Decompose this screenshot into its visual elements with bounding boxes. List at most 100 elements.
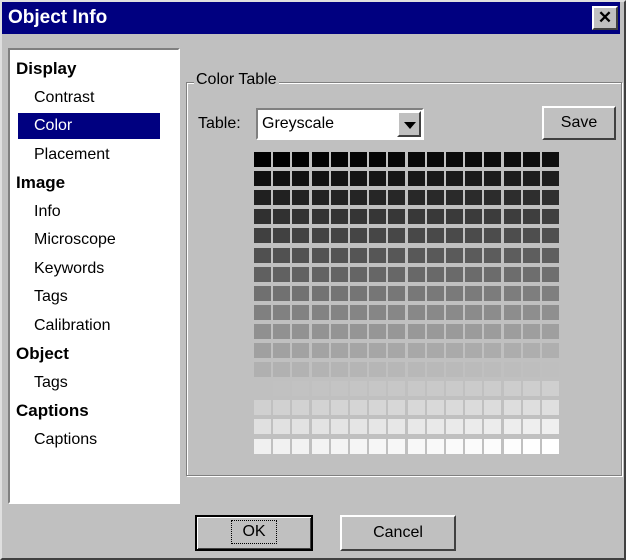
color-swatch[interactable] (484, 343, 502, 358)
color-swatch[interactable] (273, 285, 291, 301)
color-swatch[interactable] (446, 400, 463, 416)
color-swatch[interactable] (407, 438, 425, 454)
color-swatch[interactable] (465, 438, 483, 454)
color-swatch[interactable] (330, 285, 348, 301)
color-swatch[interactable] (350, 171, 367, 187)
color-swatch[interactable] (330, 419, 348, 435)
color-swatch[interactable] (350, 285, 367, 301)
dropdown-arrow-icon[interactable] (397, 111, 421, 137)
color-swatch[interactable] (292, 190, 310, 206)
color-swatch[interactable] (542, 400, 559, 416)
tree-category-image[interactable]: Image (16, 170, 65, 196)
color-swatch[interactable] (446, 438, 463, 454)
color-swatch[interactable] (350, 228, 367, 244)
color-swatch[interactable] (522, 228, 540, 244)
color-swatch[interactable] (542, 285, 559, 301)
color-swatch[interactable] (465, 152, 483, 167)
color-swatch[interactable] (254, 285, 271, 301)
color-swatch[interactable] (292, 152, 310, 167)
color-swatch[interactable] (446, 323, 463, 339)
color-swatch[interactable] (484, 438, 502, 454)
color-swatch[interactable] (388, 419, 406, 435)
color-swatch[interactable] (484, 362, 502, 378)
color-swatch[interactable] (407, 419, 425, 435)
color-swatch[interactable] (254, 400, 271, 416)
tree-item-microscope[interactable]: Microscope (18, 227, 160, 253)
color-swatch[interactable] (407, 362, 425, 378)
color-swatch[interactable] (522, 266, 540, 282)
color-swatch[interactable] (503, 171, 521, 187)
color-swatch[interactable] (330, 190, 348, 206)
color-swatch[interactable] (484, 228, 502, 244)
color-swatch[interactable] (407, 247, 425, 263)
color-swatch[interactable] (388, 362, 406, 378)
color-swatch[interactable] (465, 304, 483, 320)
color-swatch[interactable] (426, 438, 444, 454)
color-swatch[interactable] (369, 362, 387, 378)
color-swatch[interactable] (388, 400, 406, 416)
color-swatch[interactable] (542, 438, 559, 454)
color-swatch[interactable] (330, 171, 348, 187)
color-swatch[interactable] (407, 323, 425, 339)
color-swatch[interactable] (484, 190, 502, 206)
cancel-button[interactable]: Cancel (340, 515, 456, 551)
color-swatch[interactable] (407, 209, 425, 225)
color-swatch[interactable] (350, 247, 367, 263)
color-swatch[interactable] (311, 247, 329, 263)
color-swatch[interactable] (484, 171, 502, 187)
table-select[interactable]: Greyscale (256, 108, 424, 140)
color-swatch[interactable] (484, 209, 502, 225)
color-swatch[interactable] (426, 209, 444, 225)
color-swatch[interactable] (522, 171, 540, 187)
color-swatch[interactable] (388, 304, 406, 320)
color-swatch[interactable] (292, 171, 310, 187)
tree-item-color[interactable]: Color (18, 113, 160, 139)
color-swatch[interactable] (369, 419, 387, 435)
color-swatch[interactable] (407, 190, 425, 206)
color-swatch[interactable] (426, 304, 444, 320)
color-swatch[interactable] (254, 323, 271, 339)
color-swatch[interactable] (330, 323, 348, 339)
color-swatch[interactable] (311, 304, 329, 320)
color-swatch[interactable] (426, 343, 444, 358)
color-swatch[interactable] (273, 304, 291, 320)
color-swatch[interactable] (465, 285, 483, 301)
color-swatch[interactable] (465, 381, 483, 397)
color-swatch[interactable] (311, 285, 329, 301)
color-swatch[interactable] (273, 438, 291, 454)
color-swatch[interactable] (503, 247, 521, 263)
color-swatch[interactable] (273, 247, 291, 263)
color-swatch[interactable] (254, 152, 271, 167)
color-swatch[interactable] (369, 152, 387, 167)
color-swatch[interactable] (254, 171, 271, 187)
color-swatch[interactable] (446, 304, 463, 320)
color-swatch[interactable] (446, 190, 463, 206)
ok-button[interactable]: OK (195, 515, 313, 551)
color-swatch[interactable] (407, 400, 425, 416)
color-swatch[interactable] (542, 152, 559, 167)
color-swatch[interactable] (542, 419, 559, 435)
color-swatch[interactable] (407, 304, 425, 320)
color-swatch[interactable] (503, 323, 521, 339)
color-swatch[interactable] (522, 343, 540, 358)
color-swatch[interactable] (311, 171, 329, 187)
tree-item-tags[interactable]: Tags (18, 370, 160, 396)
color-swatch[interactable] (330, 152, 348, 167)
color-swatch[interactable] (465, 400, 483, 416)
color-swatch[interactable] (503, 190, 521, 206)
color-swatch[interactable] (273, 209, 291, 225)
color-swatch[interactable] (465, 228, 483, 244)
color-swatch[interactable] (503, 362, 521, 378)
color-swatch[interactable] (446, 209, 463, 225)
color-swatch[interactable] (350, 190, 367, 206)
color-swatch[interactable] (522, 190, 540, 206)
color-swatch[interactable] (426, 228, 444, 244)
color-swatch[interactable] (350, 209, 367, 225)
color-swatch[interactable] (330, 247, 348, 263)
color-swatch[interactable] (254, 304, 271, 320)
color-swatch[interactable] (484, 400, 502, 416)
color-swatch[interactable] (350, 304, 367, 320)
color-swatch[interactable] (292, 419, 310, 435)
color-swatch[interactable] (388, 438, 406, 454)
color-swatch[interactable] (503, 343, 521, 358)
